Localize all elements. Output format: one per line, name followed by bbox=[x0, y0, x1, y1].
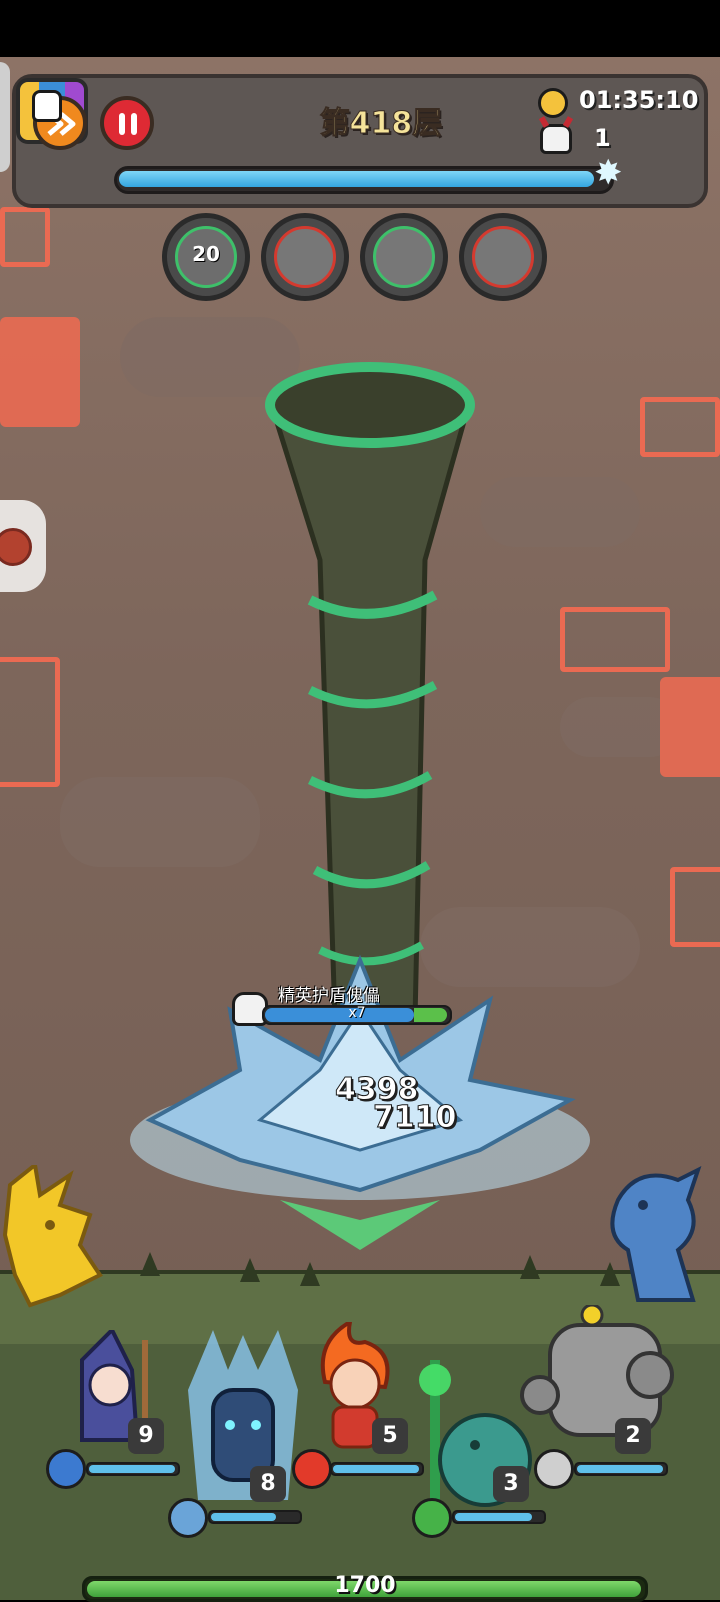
damage-number: 7110 bbox=[373, 1100, 457, 1136]
wave-progress-fill bbox=[119, 171, 595, 187]
wind-icon bbox=[412, 1498, 452, 1538]
clock-icon bbox=[538, 88, 568, 118]
side-handle[interactable] bbox=[0, 62, 10, 172]
rock-icon bbox=[534, 1449, 574, 1489]
timer-text: 01:35:10 bbox=[579, 86, 699, 114]
buff-slot-2[interactable] bbox=[261, 213, 349, 301]
red-sword-icon bbox=[472, 226, 534, 288]
enemy-name: 精英护盾傀儡 bbox=[278, 986, 380, 1006]
pause-button[interactable] bbox=[100, 96, 154, 150]
demon-skull-icon bbox=[540, 124, 572, 154]
top-hud-panel: 第418层 01:35:10 1 ✸ bbox=[12, 74, 708, 208]
hero-hp-fill bbox=[211, 1513, 276, 1521]
hero-hp-bar bbox=[330, 1462, 424, 1476]
ice-crystal-icon bbox=[168, 1498, 208, 1538]
enemy-stack-count: x7 bbox=[348, 1005, 366, 1021]
hero-level: 2 bbox=[615, 1418, 651, 1454]
kill-count: 1 bbox=[594, 124, 611, 152]
blue-dragon-pet[interactable] bbox=[598, 1160, 708, 1310]
hero-level: 3 bbox=[493, 1466, 529, 1502]
spark-icon: ✸ bbox=[594, 153, 623, 193]
team-hp-bar: 1700 bbox=[82, 1573, 648, 1602]
enemy-hp-bar: x7 bbox=[262, 1005, 452, 1025]
buff-slot-3[interactable] bbox=[360, 213, 448, 301]
red-sword-icon bbox=[274, 226, 336, 288]
skull-book-icon bbox=[32, 90, 62, 122]
tornado-effect bbox=[265, 362, 475, 1020]
gold-dragon-pet[interactable] bbox=[0, 1165, 110, 1315]
hero-hp-fill bbox=[577, 1465, 663, 1473]
hero-hp-bar bbox=[208, 1510, 302, 1524]
hero-rock-golem[interactable] bbox=[510, 1305, 690, 1455]
status-bar bbox=[0, 0, 720, 57]
hero-hp-bar bbox=[574, 1462, 668, 1476]
fire-icon bbox=[292, 1449, 332, 1489]
hero-level: 5 bbox=[372, 1418, 408, 1454]
side-menu-button[interactable] bbox=[0, 500, 46, 592]
hero-hp-bar bbox=[86, 1462, 180, 1476]
floor-title: 第418层 bbox=[319, 106, 443, 142]
pause-icon bbox=[119, 113, 137, 135]
team-hp-value: 1700 bbox=[334, 1573, 396, 1598]
hero-hp-fill bbox=[89, 1465, 175, 1473]
wave-progress-bar bbox=[114, 166, 614, 194]
hero-hp-fill bbox=[333, 1465, 419, 1473]
water-diamond-icon bbox=[46, 1449, 86, 1489]
hero-level: 8 bbox=[250, 1466, 286, 1502]
green-figure-icon bbox=[373, 226, 435, 288]
hero-hp-bar bbox=[452, 1510, 546, 1524]
buff-slot-4[interactable] bbox=[459, 213, 547, 301]
buff-slot-1[interactable]: 20 bbox=[162, 213, 250, 301]
hero-hp-fill bbox=[455, 1513, 533, 1521]
hero-level: 9 bbox=[128, 1418, 164, 1454]
buff-count: 20 bbox=[192, 242, 220, 266]
